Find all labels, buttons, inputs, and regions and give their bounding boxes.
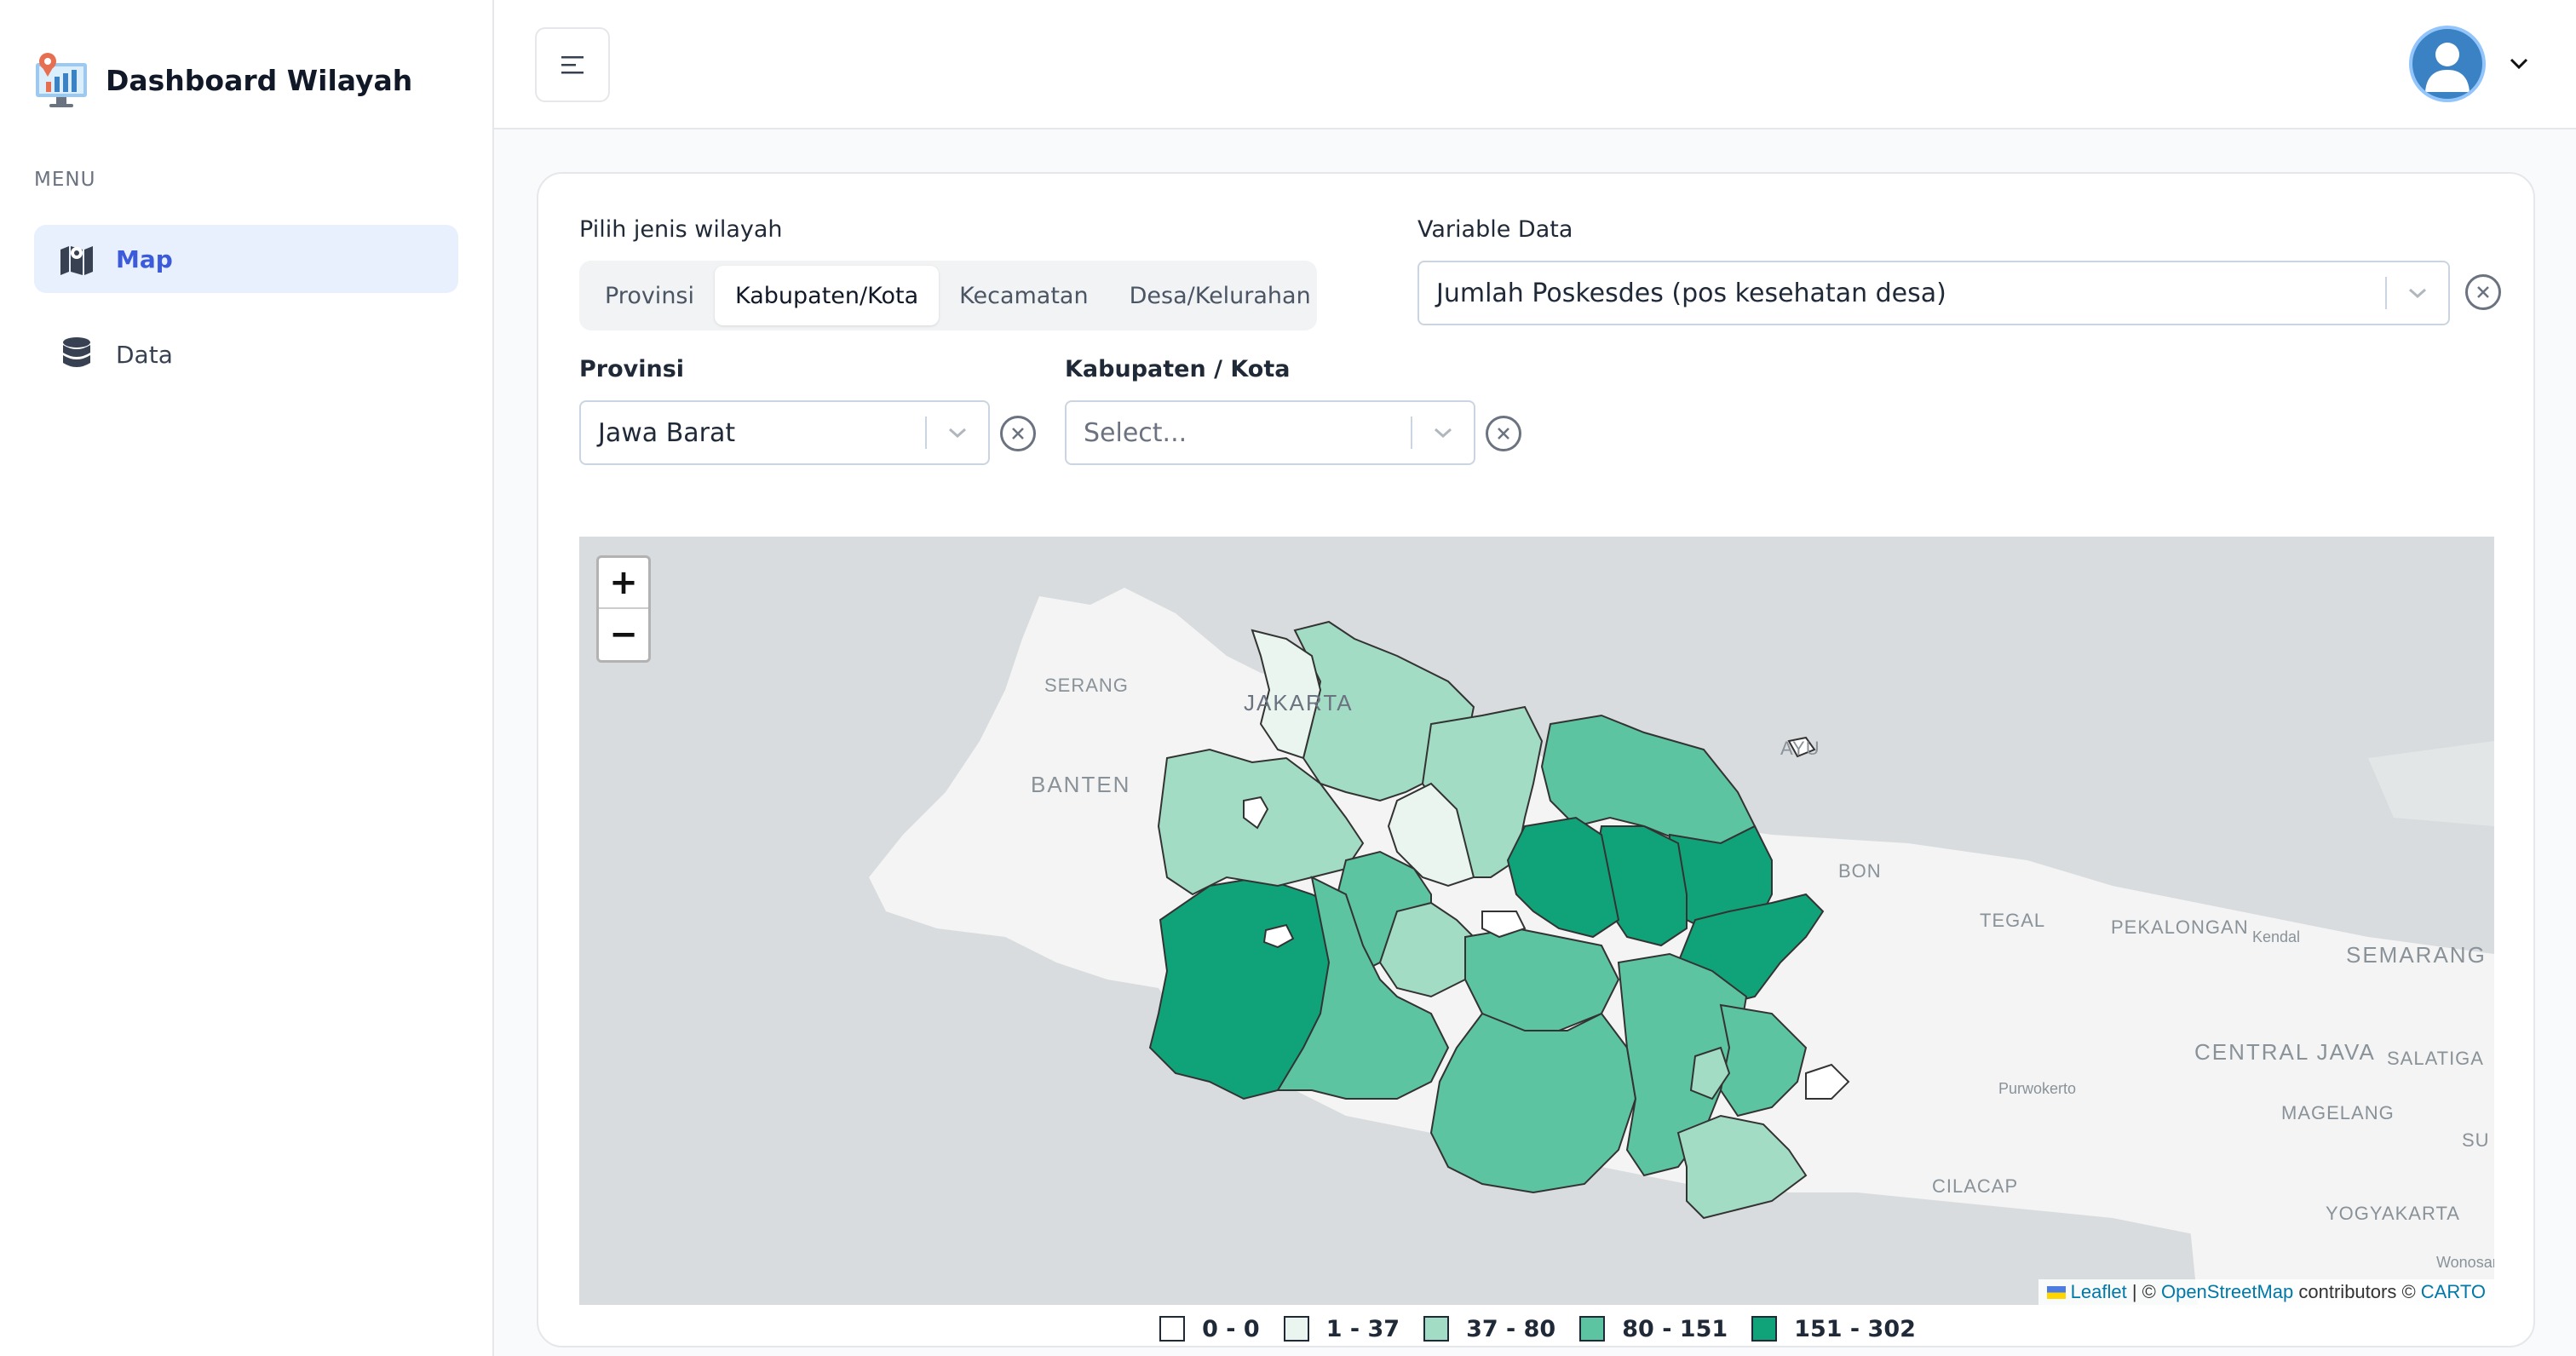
tab-desa-kelurahan[interactable]: Desa/Kelurahan [1109, 266, 1331, 325]
map-label-kendal: Kendal [2252, 928, 2301, 945]
legend-label: 80 - 151 [1622, 1315, 1728, 1342]
carto-link[interactable]: CARTO [2421, 1281, 2486, 1303]
database-icon [58, 336, 95, 373]
tab-kecamatan[interactable]: Kecamatan [939, 266, 1108, 325]
legend-item: 0 - 0 [1159, 1316, 1260, 1342]
map-label-banten: BANTEN [1031, 772, 1131, 797]
chevron-down-icon[interactable] [1412, 427, 1474, 439]
dashboard-logo-icon [36, 53, 87, 107]
legend-swatch [1283, 1316, 1309, 1342]
attribution-separator: | © [2126, 1281, 2161, 1302]
province-label: Provinsi [579, 356, 685, 382]
map-label-su: SU [2462, 1129, 2490, 1151]
province-clear-button[interactable] [1000, 416, 1036, 451]
tab-provinsi[interactable]: Provinsi [584, 266, 715, 325]
variable-data-clear-button[interactable] [2465, 274, 2501, 310]
map-label-semarang: SEMARANG [2346, 942, 2487, 968]
map-label-ayu: AYU [1780, 738, 1820, 759]
leaflet-link[interactable]: Leaflet [2071, 1281, 2127, 1303]
app-title: Dashboard Wilayah [106, 63, 413, 97]
legend-item: 1 - 37 [1283, 1315, 1400, 1342]
sidebar-item-label: Map [116, 244, 173, 273]
variable-data-select[interactable]: Jumlah Poskesdes (pos kesehatan desa) [1417, 261, 2450, 325]
variable-data-value: Jumlah Poskesdes (pos kesehatan desa) [1436, 278, 1946, 308]
menu-toggle-button[interactable] [535, 27, 610, 102]
top-header [494, 0, 2576, 129]
legend-swatch [1423, 1316, 1450, 1342]
map-label-tegal: TEGAL [1980, 910, 2046, 931]
map-attribution: Leaflet | © OpenStreetMap contributors ©… [2038, 1279, 2494, 1305]
map-label-purwokerto: Purwokerto [1998, 1080, 2077, 1097]
legend-swatch [1579, 1316, 1606, 1342]
region-type-segmented-control: Provinsi Kabupaten/Kota Kecamatan Desa/K… [579, 261, 1317, 330]
chevron-down-icon[interactable] [927, 427, 988, 439]
main-content: Pilih jenis wilayah Provinsi Kabupaten/K… [494, 129, 2576, 1356]
map-label-cilacap: CILACAP [1932, 1175, 2019, 1197]
hamburger-icon [561, 56, 584, 74]
province-value: Jawa Barat [598, 417, 736, 448]
tab-kabupaten-kota[interactable]: Kabupaten/Kota [715, 266, 940, 325]
legend-label: 37 - 80 [1466, 1315, 1556, 1342]
map-icon [58, 240, 95, 278]
map-legend: 0 - 0 1 - 37 37 - 80 80 - 151 151 - 302 [538, 1312, 2537, 1346]
map-label-pekalongan: PEKALONGAN [2111, 916, 2249, 938]
legend-item: 80 - 151 [1579, 1316, 1728, 1342]
map-label-salatiga: SALATIGA [2387, 1048, 2484, 1069]
map-label-serang: SERANG [1044, 675, 1129, 696]
legend-label: 151 - 302 [1794, 1315, 1916, 1342]
chevron-down-icon[interactable] [2387, 287, 2448, 299]
zoom-control: + − [596, 555, 651, 663]
region-type-label: Pilih jenis wilayah [579, 216, 783, 243]
zoom-out-button[interactable]: − [599, 609, 648, 660]
map-card: Pilih jenis wilayah Provinsi Kabupaten/K… [537, 172, 2535, 1347]
regency-label: Kabupaten / Kota [1065, 356, 1291, 382]
map-label-yogyakarta: YOGYAKARTA [2326, 1203, 2460, 1224]
openstreetmap-link[interactable]: OpenStreetMap [2161, 1281, 2293, 1303]
sidebar: Dashboard Wilayah MENU Map Data [0, 0, 494, 1356]
app-root: Dashboard Wilayah MENU Map Data Pilih je… [0, 0, 2576, 1356]
close-icon [2477, 286, 2489, 298]
province-select[interactable]: Jawa Barat [579, 400, 990, 465]
sidebar-item-label: Data [116, 340, 173, 369]
regency-placeholder: Select... [1084, 417, 1187, 448]
attribution-contributors: contributors © [2293, 1281, 2421, 1302]
ukraine-flag-icon [2046, 1285, 2066, 1299]
user-menu-chevron-down-icon[interactable] [2506, 51, 2532, 77]
variable-data-label: Variable Data [1417, 216, 1573, 243]
map-label-bon: BON [1838, 860, 1882, 882]
sidebar-item-data[interactable]: Data [34, 320, 458, 388]
map-label-jakarta: JAKARTA [1244, 690, 1354, 715]
legend-label: 0 - 0 [1202, 1315, 1260, 1342]
menu-label: MENU [34, 169, 96, 191]
choropleth-map[interactable]: + − SERANG JAKARTA BANTEN TEGAL PEKALONG… [579, 537, 2494, 1305]
map-label-magelang: MAGELANG [2281, 1102, 2395, 1123]
close-icon [1012, 428, 1024, 440]
map-label-wonosari: Wonosari [2436, 1254, 2494, 1271]
user-avatar[interactable] [2409, 26, 2486, 102]
user-icon [2425, 43, 2470, 92]
map-label-central-java: CENTRAL JAVA [2194, 1039, 2376, 1065]
close-icon [1498, 428, 1509, 440]
sidebar-item-map[interactable]: Map [34, 225, 458, 293]
legend-label: 1 - 37 [1325, 1315, 1400, 1342]
regency-clear-button[interactable] [1486, 416, 1521, 451]
zoom-in-button[interactable]: + [599, 558, 648, 609]
brand[interactable]: Dashboard Wilayah [34, 51, 412, 109]
legend-swatch [1159, 1316, 1186, 1342]
legend-item: 37 - 80 [1423, 1316, 1555, 1342]
legend-swatch [1751, 1316, 1778, 1342]
regency-select[interactable]: Select... [1065, 400, 1475, 465]
legend-item: 151 - 302 [1751, 1316, 1916, 1342]
